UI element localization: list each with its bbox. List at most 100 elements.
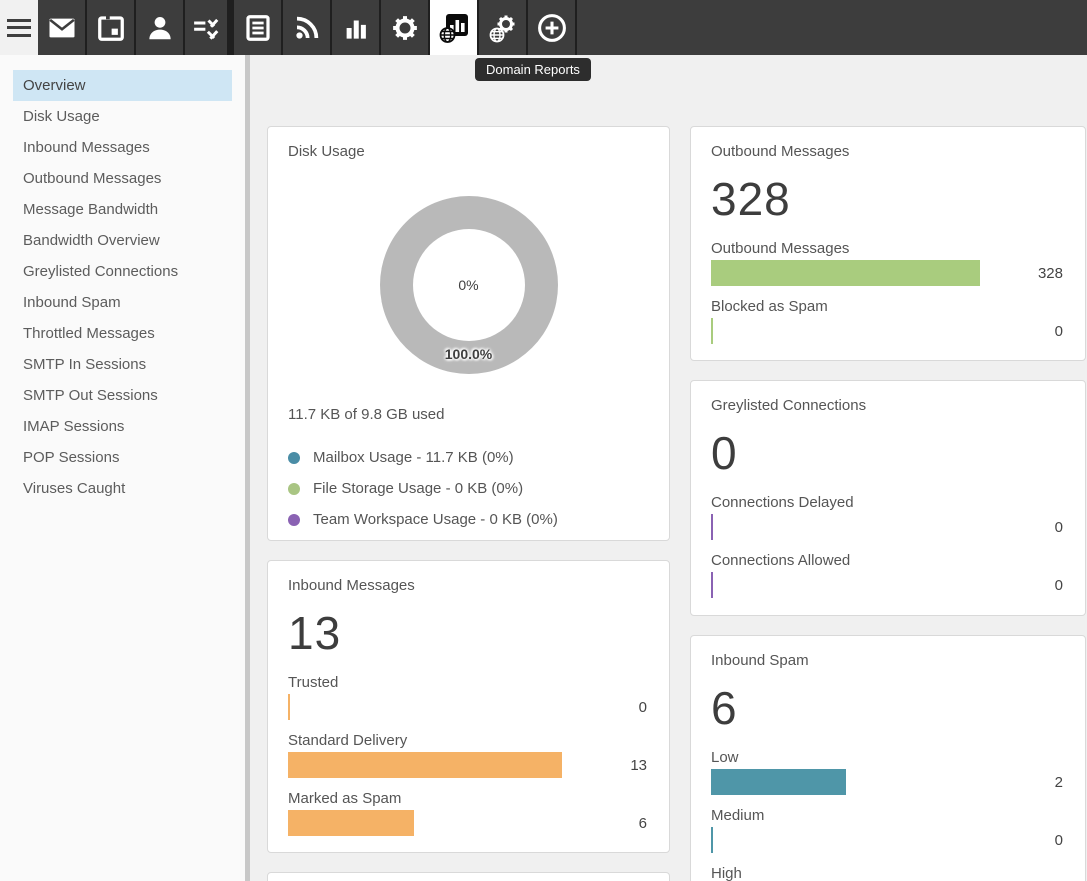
- reports-button[interactable]: [332, 0, 381, 55]
- feeds-button[interactable]: [283, 0, 332, 55]
- bar-track: [711, 827, 980, 853]
- toolbar-icon-strip: [38, 0, 1087, 55]
- inbound-spam-total: 6: [711, 685, 1065, 731]
- bar-track: [288, 810, 562, 836]
- trusted-bar: [288, 694, 290, 720]
- row-label: Marked as Spam: [288, 790, 649, 807]
- row-value: 0: [562, 699, 649, 716]
- row-value: 0: [980, 323, 1065, 340]
- stat-row: Outbound Messages 328: [711, 240, 1065, 286]
- connections-delayed-bar: [711, 514, 713, 540]
- row-value: 328: [980, 265, 1065, 282]
- sidebar-item-inbound-spam[interactable]: Inbound Spam: [13, 287, 232, 318]
- row-label: Low: [711, 749, 1065, 766]
- row-label: Blocked as Spam: [711, 298, 1065, 315]
- team-workspace-usage-dot-icon: [288, 514, 300, 526]
- standard-delivery-bar: [288, 752, 562, 778]
- greylisted-connections-card: Greylisted Connections 0 Connections Del…: [690, 380, 1086, 616]
- legend-item: Mailbox Usage - 11.7 KB (0%): [288, 449, 649, 466]
- sidebar-item-overview[interactable]: Overview: [13, 70, 232, 101]
- calendar-button[interactable]: [87, 0, 136, 55]
- marked-as-spam-bar: [288, 810, 414, 836]
- top-toolbar: [0, 0, 1087, 55]
- row-label: High: [711, 865, 1065, 881]
- contacts-button[interactable]: [136, 0, 185, 55]
- disk-usage-legend: Mailbox Usage - 11.7 KB (0%) File Storag…: [288, 449, 649, 528]
- connections-allowed-bar: [711, 572, 713, 598]
- card-title: Inbound Spam: [711, 652, 1065, 669]
- disk-usage-summary: 11.7 KB of 9.8 GB used: [288, 406, 649, 423]
- bar-track: [711, 318, 980, 344]
- menu-icon[interactable]: [7, 14, 37, 41]
- sidebar-item-inbound-messages[interactable]: Inbound Messages: [13, 132, 232, 163]
- file-storage-usage-dot-icon: [288, 483, 300, 495]
- domain-settings-icon: [486, 11, 520, 45]
- outbound-messages-bar: [711, 260, 980, 286]
- stat-row: Connections Allowed 0: [711, 552, 1065, 598]
- stat-row: Blocked as Spam 0: [711, 298, 1065, 344]
- donut-ring-label: 100.0%: [380, 346, 558, 362]
- mail-icon: [47, 13, 77, 43]
- domain-reports-page: Domain Reports Overview Disk Usage Inbou…: [0, 0, 1087, 881]
- domain-reports-button[interactable]: [430, 0, 479, 55]
- settings-button[interactable]: [381, 0, 430, 55]
- sidebar-item-outbound-messages[interactable]: Outbound Messages: [13, 163, 232, 194]
- row-value: 0: [980, 577, 1065, 594]
- card-title: Disk Usage: [288, 143, 649, 160]
- domain-settings-button[interactable]: [479, 0, 528, 55]
- sidebar-item-viruses-caught[interactable]: Viruses Caught: [13, 473, 232, 504]
- sidebar-item-throttled-messages[interactable]: Throttled Messages: [13, 318, 232, 349]
- notes-button[interactable]: [234, 0, 283, 55]
- main-content: Disk Usage 0% 100.0% 11.7 KB of 9.8 GB u…: [250, 55, 1087, 881]
- outbound-messages-card: Outbound Messages 328 Outbound Messages …: [690, 126, 1086, 361]
- sidebar-item-smtp-out-sessions[interactable]: SMTP Out Sessions: [13, 380, 232, 411]
- row-value: 6: [562, 815, 649, 832]
- card-title: Greylisted Connections: [711, 397, 1065, 414]
- legend-item: File Storage Usage - 0 KB (0%): [288, 480, 649, 497]
- card-title: Outbound Messages: [711, 143, 1065, 160]
- row-label: Trusted: [288, 674, 649, 691]
- inbound-messages-total: 13: [288, 610, 649, 656]
- reports-icon: [341, 13, 371, 43]
- message-bandwidth-card-stub: [267, 872, 670, 881]
- row-value: 2: [980, 774, 1065, 791]
- row-value: 13: [562, 757, 649, 774]
- row-label: Medium: [711, 807, 1065, 824]
- bar-track: [711, 514, 980, 540]
- sidebar-item-imap-sessions[interactable]: IMAP Sessions: [13, 411, 232, 442]
- disk-usage-card: Disk Usage 0% 100.0% 11.7 KB of 9.8 GB u…: [267, 126, 670, 541]
- sidebar-item-smtp-in-sessions[interactable]: SMTP In Sessions: [13, 349, 232, 380]
- sidebar-item-message-bandwidth[interactable]: Message Bandwidth: [13, 194, 232, 225]
- row-label: Connections Delayed: [711, 494, 1065, 511]
- domain-reports-tooltip: Domain Reports: [475, 58, 591, 81]
- disk-usage-donut-chart: 0% 100.0%: [380, 196, 558, 374]
- sidebar-item-bandwidth-overview[interactable]: Bandwidth Overview: [13, 225, 232, 256]
- tasks-icon: [191, 13, 221, 43]
- mail-button[interactable]: [38, 0, 87, 55]
- legend-label: File Storage Usage - 0 KB (0%): [313, 480, 523, 497]
- stat-row: Trusted 0: [288, 674, 649, 720]
- stat-row: Low 2: [711, 749, 1065, 795]
- inbound-messages-card: Inbound Messages 13 Trusted 0 Standard D…: [267, 560, 670, 853]
- stat-row: Connections Delayed 0: [711, 494, 1065, 540]
- domain-reports-icon: [437, 11, 471, 45]
- stat-row: Medium 0: [711, 807, 1065, 853]
- mailbox-usage-dot-icon: [288, 452, 300, 464]
- feeds-icon: [292, 13, 322, 43]
- blocked-as-spam-bar: [711, 318, 713, 344]
- stat-row: Standard Delivery 13: [288, 732, 649, 778]
- notes-icon: [243, 13, 273, 43]
- stat-row: High: [711, 865, 1065, 881]
- greylisted-connections-total: 0: [711, 430, 1065, 476]
- sidebar-item-pop-sessions[interactable]: POP Sessions: [13, 442, 232, 473]
- tasks-button[interactable]: [185, 0, 234, 55]
- new-item-button[interactable]: [528, 0, 577, 55]
- sidebar-item-disk-usage[interactable]: Disk Usage: [13, 101, 232, 132]
- legend-label: Team Workspace Usage - 0 KB (0%): [313, 511, 558, 528]
- low-spam-bar: [711, 769, 846, 795]
- sidebar-item-greylisted-connections[interactable]: Greylisted Connections: [13, 256, 232, 287]
- sidebar: Overview Disk Usage Inbound Messages Out…: [0, 55, 245, 881]
- card-title: Inbound Messages: [288, 577, 649, 594]
- row-label: Standard Delivery: [288, 732, 649, 749]
- outbound-messages-total: 328: [711, 176, 1065, 222]
